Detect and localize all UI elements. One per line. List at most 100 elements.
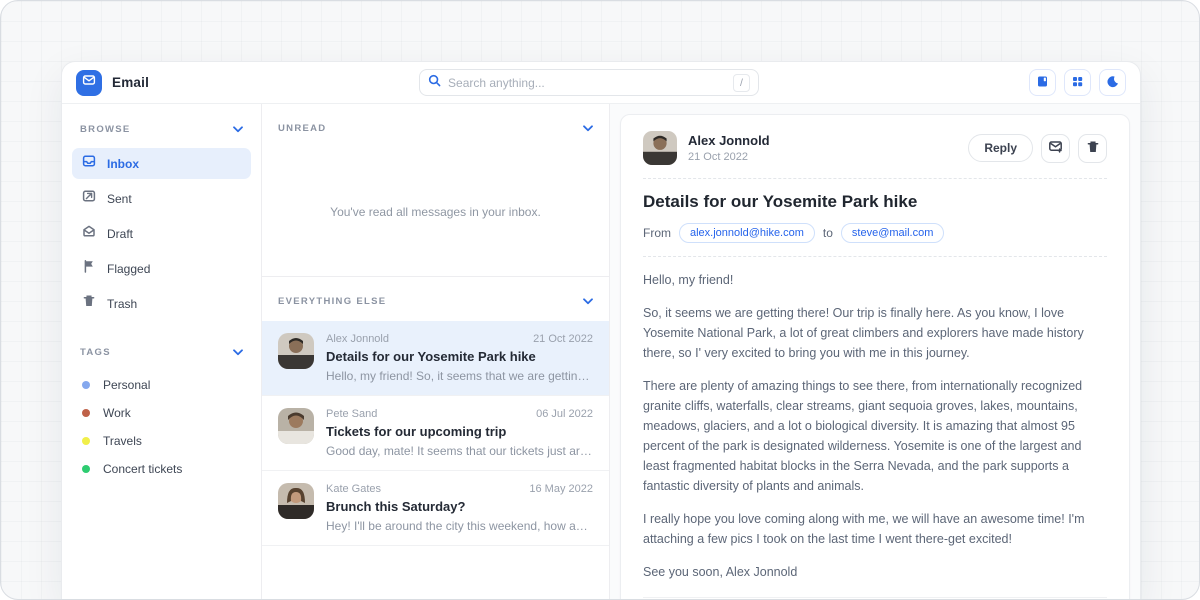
- draft-envelope-icon: [82, 224, 96, 243]
- chevron-down-icon[interactable]: [233, 120, 243, 138]
- tag-label: Work: [103, 406, 131, 420]
- mail-list-item[interactable]: Alex Jonnold 21 Oct 2022 Details for our…: [262, 321, 609, 396]
- chevron-down-icon[interactable]: [233, 343, 243, 361]
- to-email-pill[interactable]: steve@mail.com: [841, 223, 944, 243]
- tag-color-dot: [82, 381, 90, 389]
- message-list-column: UNREAD You've read all messages in your …: [262, 104, 610, 600]
- detail-subject: Details for our Yosemite Park hike: [643, 192, 1107, 212]
- chevron-down-icon[interactable]: [583, 119, 593, 137]
- app-body: BROWSE Inbox Sent: [62, 104, 1140, 600]
- tag-color-dot: [82, 465, 90, 473]
- flag-icon: [82, 259, 96, 278]
- mail-list-item[interactable]: Pete Sand 06 Jul 2022 Tickets for our up…: [262, 396, 609, 471]
- avatar: [643, 131, 677, 165]
- avatar: [278, 408, 314, 444]
- mail-preview: Hello, my friend! So, it seems that we a…: [326, 369, 593, 383]
- sidebar-item-trash[interactable]: Trash: [72, 288, 251, 319]
- envelope-icon: [82, 73, 96, 92]
- reply-button[interactable]: Reply: [968, 134, 1033, 162]
- browse-label: BROWSE: [80, 124, 131, 135]
- email-paragraph: So, it seems we are getting there! Our t…: [643, 303, 1107, 363]
- mail-date: 16 May 2022: [529, 483, 593, 495]
- unread-label: UNREAD: [278, 123, 326, 134]
- tag-item-concert-tickets[interactable]: Concert tickets: [72, 455, 251, 483]
- email-body: Hello, my friend! So, it seems we are ge…: [643, 270, 1107, 582]
- app-logo: [76, 70, 102, 96]
- unread-section-header[interactable]: UNREAD: [262, 104, 609, 148]
- email-paragraph: There are plenty of amazing things to se…: [643, 376, 1107, 496]
- from-email-pill[interactable]: alex.jonnold@hike.com: [679, 223, 815, 243]
- sidebar-item-draft[interactable]: Draft: [72, 218, 251, 249]
- sidebar-item-label: Draft: [107, 227, 133, 241]
- mail-subject: Tickets for our upcoming trip: [326, 424, 593, 439]
- avatar: [278, 333, 314, 369]
- divider: [643, 256, 1107, 257]
- everything-else-section-header[interactable]: EVERYTHING ELSE: [262, 277, 609, 321]
- detail-sender-name: Alex Jonnold: [688, 133, 770, 148]
- detail-header: Alex Jonnold 21 Oct 2022 Reply: [643, 131, 1107, 165]
- detail-actions: Reply: [968, 134, 1107, 163]
- tag-item-personal[interactable]: Personal: [72, 371, 251, 399]
- tag-color-dot: [82, 409, 90, 417]
- mail-sender: Alex Jonnold: [326, 333, 389, 345]
- sidebar-item-label: Inbox: [107, 157, 139, 171]
- inbox-icon: [82, 154, 96, 173]
- chevron-down-icon[interactable]: [583, 292, 593, 310]
- email-paragraph: See you soon, Alex Jonnold: [643, 562, 1107, 582]
- app-title: Email: [112, 75, 149, 90]
- mail-subject: Brunch this Saturday?: [326, 499, 593, 514]
- mail-list-item[interactable]: Kate Gates 16 May 2022 Brunch this Satur…: [262, 471, 609, 546]
- mail-date: 21 Oct 2022: [533, 333, 593, 345]
- mail-preview: Good day, mate! It seems that our ticket…: [326, 444, 593, 458]
- mail-subject: Details for our Yosemite Park hike: [326, 349, 593, 364]
- page-background: Email /: [0, 0, 1200, 600]
- mail-item-content: Kate Gates 16 May 2022 Brunch this Satur…: [326, 483, 593, 533]
- apps-grid-button[interactable]: [1064, 69, 1091, 96]
- sidebar-item-flagged[interactable]: Flagged: [72, 253, 251, 284]
- apps-grid-icon: [1071, 75, 1084, 91]
- forward-email-button[interactable]: [1041, 134, 1070, 163]
- from-to-row: From alex.jonnold@hike.com to steve@mail…: [643, 223, 1107, 243]
- email-paragraph: Hello, my friend!: [643, 270, 1107, 290]
- detail-sender-block: Alex Jonnold 21 Oct 2022: [688, 133, 770, 163]
- trash-icon: [1086, 140, 1100, 157]
- sidebar-item-label: Sent: [107, 192, 132, 206]
- sidebar: BROWSE Inbox Sent: [62, 104, 262, 600]
- delete-email-button[interactable]: [1078, 134, 1107, 163]
- mail-sender: Kate Gates: [326, 483, 381, 495]
- book-button[interactable]: [1029, 69, 1056, 96]
- tags-section-header[interactable]: TAGS: [72, 341, 251, 371]
- everything-else-label: EVERYTHING ELSE: [278, 296, 386, 307]
- divider: [643, 178, 1107, 179]
- tag-label: Travels: [103, 434, 142, 448]
- header-actions: [1029, 69, 1126, 96]
- unread-empty-message: You've read all messages in your inbox.: [262, 148, 609, 276]
- tags-label: TAGS: [80, 347, 111, 358]
- tag-item-travels[interactable]: Travels: [72, 427, 251, 455]
- email-paragraph: I really hope you love coming along with…: [643, 509, 1107, 549]
- dark-mode-button[interactable]: [1099, 69, 1126, 96]
- search-input[interactable]: [448, 76, 733, 90]
- mail-item-content: Alex Jonnold 21 Oct 2022 Details for our…: [326, 333, 593, 383]
- search-icon: [428, 74, 441, 92]
- browse-section-header[interactable]: BROWSE: [72, 118, 251, 148]
- message-detail-card: Alex Jonnold 21 Oct 2022 Reply: [620, 114, 1130, 600]
- tag-item-work[interactable]: Work: [72, 399, 251, 427]
- email-app-window: Email /: [61, 61, 1141, 600]
- tag-label: Concert tickets: [103, 462, 182, 476]
- sidebar-item-inbox[interactable]: Inbox: [72, 148, 251, 179]
- search-box[interactable]: /: [419, 69, 759, 96]
- sidebar-item-sent[interactable]: Sent: [72, 183, 251, 214]
- moon-icon: [1106, 75, 1119, 91]
- mail-date: 06 Jul 2022: [536, 408, 593, 420]
- header-center: /: [149, 69, 1029, 96]
- divider: [643, 597, 1107, 598]
- trash-icon: [82, 294, 96, 313]
- mail-item-content: Pete Sand 06 Jul 2022 Tickets for our up…: [326, 408, 593, 458]
- book-icon: [1036, 75, 1049, 91]
- sidebar-item-label: Trash: [107, 297, 137, 311]
- sent-icon: [82, 189, 96, 208]
- mail-sender: Pete Sand: [326, 408, 377, 420]
- envelope-plus-icon: [1048, 139, 1063, 157]
- search-shortcut-hint: /: [733, 74, 750, 92]
